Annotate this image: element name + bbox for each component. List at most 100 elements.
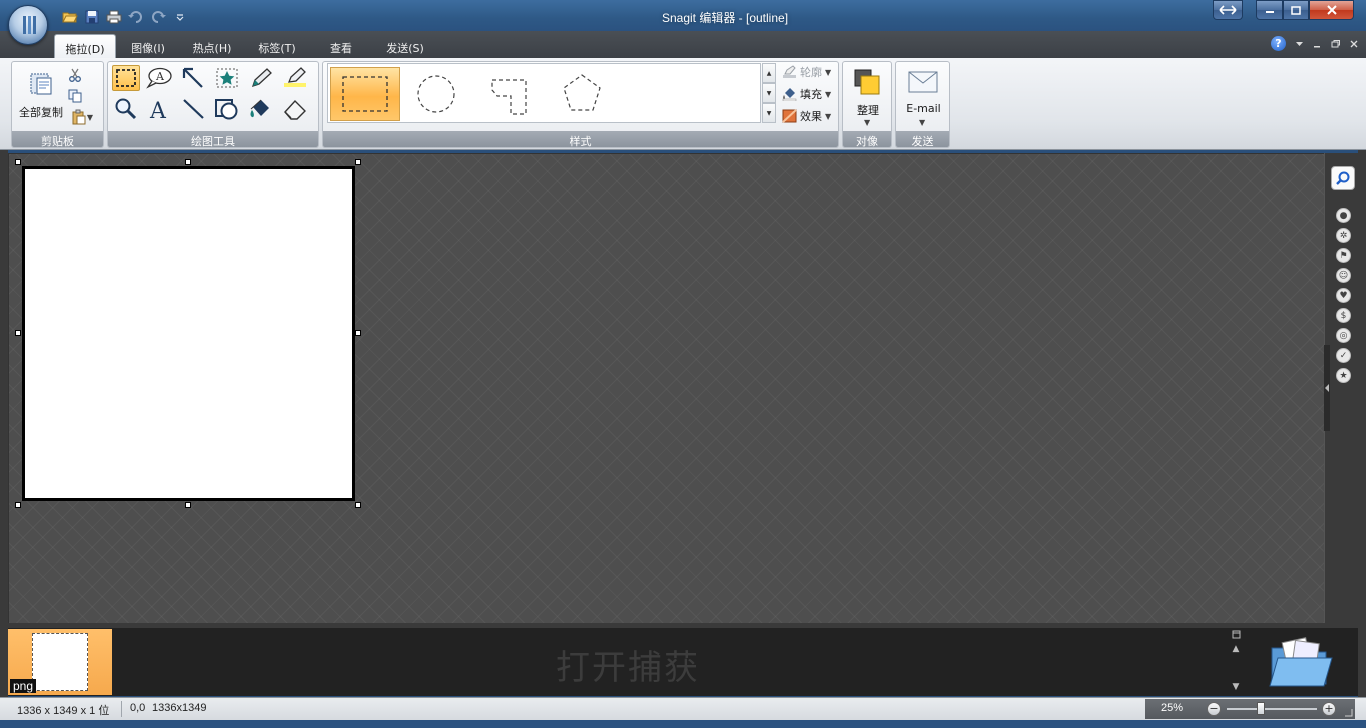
callout-tool-button[interactable]: A bbox=[145, 65, 173, 91]
rail-heart-icon[interactable]: ♥ bbox=[1336, 288, 1351, 303]
gallery-up-button[interactable]: ▲ bbox=[762, 63, 776, 83]
object-group-label: 对像 bbox=[843, 131, 891, 148]
gallery-more-button[interactable]: ▼ bbox=[762, 103, 776, 123]
rail-check-icon[interactable]: ✓ bbox=[1336, 348, 1351, 363]
chevron-down-icon[interactable] bbox=[1296, 41, 1303, 47]
resize-handle-bottom[interactable] bbox=[185, 502, 191, 508]
resize-grip-icon[interactable] bbox=[1343, 707, 1353, 717]
selection-tool-button[interactable] bbox=[112, 65, 140, 91]
highlighter-tool-button[interactable] bbox=[281, 65, 309, 91]
tab-image[interactable]: 图像(I) bbox=[122, 34, 174, 58]
arrange-dropdown-icon[interactable]: ▼ bbox=[864, 118, 870, 127]
clipboard-group: 全部复制 ▼ 剪贴板 bbox=[11, 61, 104, 148]
stamp-tool-button[interactable] bbox=[213, 65, 241, 91]
zoom-slider-track[interactable] bbox=[1227, 708, 1317, 710]
fill-label: 填充 bbox=[800, 88, 822, 101]
copy-all-button[interactable] bbox=[26, 70, 58, 100]
ribbon-tab-bar: 拖拉(D) 图像(I) 热点(H) 标签(T) 查看(V) 发送(S) bbox=[0, 31, 1366, 69]
styles-group-label: 样式 bbox=[323, 131, 838, 148]
style-ellipse-outline[interactable] bbox=[401, 67, 471, 121]
tab-send[interactable]: 发送(S) bbox=[378, 34, 432, 58]
copy-icon bbox=[68, 89, 82, 103]
rail-collapse-handle[interactable] bbox=[1324, 345, 1330, 431]
fill-button[interactable]: 填充 ▼ bbox=[782, 85, 831, 103]
outline-button[interactable]: 轮廓 ▼ bbox=[782, 63, 831, 81]
rail-smiley-icon[interactable]: ☺ bbox=[1336, 268, 1351, 283]
zoom-in-button[interactable]: + bbox=[1322, 702, 1336, 716]
minimize-icon bbox=[1265, 11, 1274, 13]
arrow-icon bbox=[182, 67, 203, 88]
shape-tool-button[interactable] bbox=[213, 96, 241, 122]
arrange-button[interactable] bbox=[852, 67, 884, 99]
copy-all-icon bbox=[30, 73, 52, 95]
ribbon-restore-icon[interactable] bbox=[1331, 39, 1340, 48]
resize-handle-bottom-right[interactable] bbox=[355, 502, 361, 508]
text-tool-button[interactable]: A bbox=[145, 96, 173, 122]
dashed-freeform-icon bbox=[491, 79, 527, 115]
pen-tool-button[interactable] bbox=[247, 65, 275, 91]
capture-thumbnail[interactable]: png bbox=[8, 629, 112, 695]
ribbon: 全部复制 ▼ 剪贴板 A A 绘图工具 样式 ▲ ▼ ▼ 轮廓 ▼ 填充 ▼ 效… bbox=[0, 58, 1366, 150]
style-polygon-outline[interactable] bbox=[547, 67, 617, 121]
ribbon-close-icon[interactable] bbox=[1350, 40, 1358, 48]
ribbon-minimize-icon[interactable] bbox=[1313, 40, 1321, 48]
copy-button[interactable] bbox=[64, 86, 86, 106]
eraser-tool-button[interactable] bbox=[281, 96, 309, 122]
shape-icon bbox=[215, 99, 238, 120]
style-rectangle-outline[interactable] bbox=[330, 67, 400, 121]
tray-scroll-up-button[interactable]: ▲ bbox=[1233, 644, 1240, 654]
editor-canvas[interactable] bbox=[8, 153, 1324, 623]
style-freeform-outline[interactable] bbox=[474, 67, 544, 121]
bottom-frame bbox=[0, 720, 1366, 728]
resize-handle-top-right[interactable] bbox=[355, 159, 361, 165]
email-dropdown-icon[interactable]: ▼ bbox=[919, 118, 925, 127]
zoom-tool-button[interactable] bbox=[112, 96, 140, 122]
tray-menu-button[interactable] bbox=[1232, 630, 1241, 642]
paste-button[interactable]: ▼ bbox=[64, 107, 100, 127]
zoom-slider-thumb[interactable] bbox=[1257, 702, 1265, 715]
style-gallery bbox=[327, 63, 761, 123]
open-library-button[interactable] bbox=[1268, 634, 1334, 690]
line-tool-button[interactable] bbox=[179, 96, 207, 122]
help-icon[interactable]: ? bbox=[1271, 36, 1286, 51]
effects-button[interactable]: 效果 ▼ bbox=[782, 107, 831, 125]
resize-handle-top[interactable] bbox=[185, 159, 191, 165]
snagit-menu-button[interactable] bbox=[8, 5, 48, 45]
rail-dollar-icon[interactable]: $ bbox=[1336, 308, 1351, 323]
resize-handle-right[interactable] bbox=[355, 330, 361, 336]
arrange-label: 整理 bbox=[857, 104, 879, 117]
rail-star-icon[interactable]: ★ bbox=[1336, 368, 1351, 383]
close-button[interactable] bbox=[1309, 0, 1354, 20]
maximize-button[interactable] bbox=[1283, 0, 1309, 20]
resize-button[interactable] bbox=[1213, 0, 1243, 20]
gallery-down-button[interactable]: ▼ bbox=[762, 83, 776, 103]
tag-search-button[interactable] bbox=[1331, 166, 1355, 190]
open-captures-tray: png 打开捕获 ▲ ▼ bbox=[8, 628, 1358, 696]
rail-radiation-icon[interactable]: ✲ bbox=[1336, 228, 1351, 243]
resize-handle-bottom-left[interactable] bbox=[15, 502, 21, 508]
outline-label: 轮廓 bbox=[800, 66, 822, 79]
tab-view[interactable]: 查看(V) bbox=[314, 34, 368, 69]
chevron-down-icon: ▼ bbox=[825, 67, 832, 77]
minimize-button[interactable] bbox=[1256, 0, 1283, 20]
arrow-tool-button[interactable] bbox=[179, 65, 207, 91]
fill-bucket-icon bbox=[782, 88, 797, 101]
tab-tags[interactable]: 标签(T) bbox=[250, 34, 304, 58]
line-icon bbox=[183, 99, 204, 119]
tab-drag[interactable]: 拖拉(D) bbox=[54, 34, 116, 58]
rail-flag-icon[interactable]: ⚑ bbox=[1336, 248, 1351, 263]
highlighter-icon bbox=[284, 67, 306, 87]
rail-ring-icon[interactable]: ◎ bbox=[1336, 328, 1351, 343]
email-button[interactable] bbox=[907, 68, 939, 96]
cursor-position: 0,0 bbox=[130, 702, 146, 714]
resize-handle-left[interactable] bbox=[15, 330, 21, 336]
tab-hotspot[interactable]: 热点(H) bbox=[184, 34, 240, 58]
cut-button[interactable] bbox=[64, 65, 86, 85]
zoom-out-button[interactable]: − bbox=[1207, 702, 1221, 716]
capture-image[interactable] bbox=[22, 166, 355, 501]
resize-handle-top-left[interactable] bbox=[15, 159, 21, 165]
fill-tool-button[interactable] bbox=[247, 96, 275, 122]
tray-scroll-down-button[interactable]: ▼ bbox=[1233, 682, 1240, 692]
chevron-left-icon bbox=[1325, 384, 1329, 392]
rail-person-icon[interactable]: ● bbox=[1336, 208, 1351, 223]
